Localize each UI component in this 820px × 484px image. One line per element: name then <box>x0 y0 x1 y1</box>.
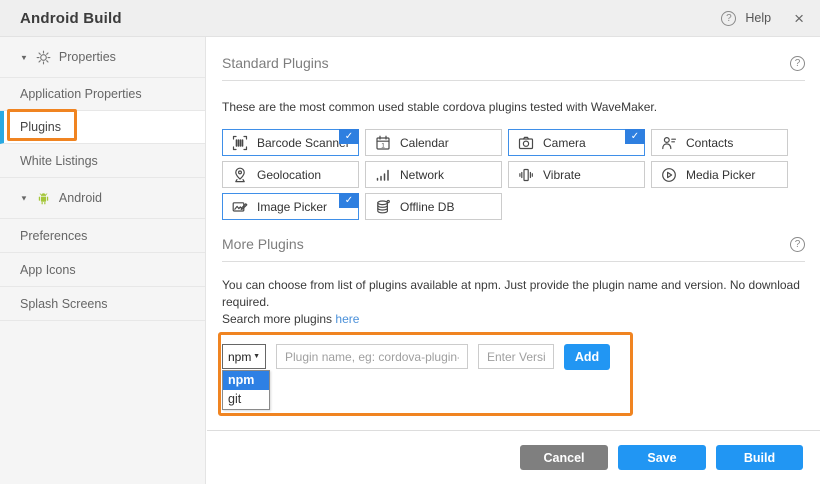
sidebar-item-splash-screens[interactable]: Splash Screens <box>0 287 205 321</box>
sidebar-item-label: White Listings <box>20 154 98 168</box>
source-select-dropdown: npm git <box>222 370 270 410</box>
plugin-label: Image Picker <box>257 200 327 214</box>
sidebar-item-plugins[interactable]: Plugins <box>0 111 205 144</box>
plugin-label: Geolocation <box>257 168 321 182</box>
sidebar-item-label: Preferences <box>20 229 87 243</box>
sidebar-item-label: Splash Screens <box>20 297 108 311</box>
help-link[interactable]: Help <box>745 11 771 25</box>
build-button[interactable]: Build <box>716 445 803 470</box>
standard-plugins-description: These are the most common used stable co… <box>222 99 805 116</box>
image-edit-icon <box>232 199 248 215</box>
checkmark-icon: ✓ <box>339 129 359 144</box>
search-plugins-link[interactable]: here <box>335 312 359 326</box>
camera-icon <box>518 135 534 151</box>
description-line-2: Search more plugins <box>222 312 335 326</box>
plugin-tile-offline-db[interactable]: Offline DB ✓ <box>365 193 502 220</box>
close-icon[interactable]: × <box>794 10 804 27</box>
database-icon <box>375 199 391 215</box>
plugin-tile-camera[interactable]: Camera ✓ <box>508 129 645 156</box>
sidebar-item-app-icons[interactable]: App Icons <box>0 253 205 287</box>
save-button[interactable]: Save <box>618 445 706 470</box>
checkmark-icon: ✓ <box>339 193 359 208</box>
more-plugins-header: More Plugins ? <box>222 220 805 262</box>
sidebar: ▼ Properties Application Properties Plug… <box>0 37 206 484</box>
checkmark-icon: ✓ <box>625 129 645 144</box>
sidebar-item-application-properties[interactable]: Application Properties <box>0 78 205 111</box>
description-line-1: You can choose from list of plugins avai… <box>222 278 800 309</box>
plugin-label: Calendar <box>400 136 449 150</box>
section-title: Standard Plugins <box>222 55 329 71</box>
source-select[interactable]: npm ▼ <box>222 344 266 369</box>
help-icon[interactable]: ? <box>721 11 736 26</box>
chevron-down-icon: ▼ <box>20 53 28 61</box>
section-help-icon[interactable]: ? <box>790 237 805 252</box>
dialog-title: Android Build <box>20 10 122 27</box>
chevron-down-icon: ▼ <box>20 194 28 202</box>
add-button[interactable]: Add <box>564 344 610 370</box>
dialog-header: Android Build ? Help × <box>0 0 820 37</box>
calendar-icon: 1 <box>375 135 391 151</box>
main-panel: Standard Plugins ? These are the most co… <box>207 37 820 484</box>
plugin-tile-media-picker[interactable]: Media Picker ✓ <box>651 161 788 188</box>
sidebar-item-preferences[interactable]: Preferences <box>0 219 205 253</box>
source-select-value: npm <box>228 350 251 364</box>
sidebar-item-label: Application Properties <box>20 87 142 101</box>
plugin-label: Network <box>400 168 444 182</box>
sidebar-item-label: App Icons <box>20 263 76 277</box>
contacts-icon <box>661 135 677 151</box>
sidebar-item-properties[interactable]: ▼ Properties <box>0 37 205 78</box>
sidebar-item-label: Properties <box>59 50 116 64</box>
barcode-icon <box>232 135 248 151</box>
plugin-tile-contacts[interactable]: Contacts ✓ <box>651 129 788 156</box>
section-title: More Plugins <box>222 236 304 252</box>
location-pin-icon <box>232 167 248 183</box>
plugin-grid: Barcode Scanner ✓ 1 Calendar ✓ Camera ✓ <box>222 129 792 220</box>
plugin-tile-barcode-scanner[interactable]: Barcode Scanner ✓ <box>222 129 359 156</box>
plugin-tile-network[interactable]: Network ✓ <box>365 161 502 188</box>
plugin-label: Camera <box>543 136 586 150</box>
plugin-label: Vibrate <box>543 168 581 182</box>
plugin-label: Media Picker <box>686 168 755 182</box>
sidebar-item-android[interactable]: ▼ Android <box>0 178 205 219</box>
signal-bars-icon <box>375 167 391 183</box>
plugin-label: Contacts <box>686 136 733 150</box>
sidebar-item-label: Android <box>59 191 102 205</box>
vibrate-phone-icon <box>518 167 534 183</box>
standard-plugins-header: Standard Plugins ? <box>222 37 805 81</box>
plugin-tile-geolocation[interactable]: Geolocation ✓ <box>222 161 359 188</box>
cancel-button[interactable]: Cancel <box>520 445 608 470</box>
plugin-name-input[interactable] <box>276 344 468 369</box>
dialog-footer: Cancel Save Build <box>207 430 820 484</box>
svg-text:1: 1 <box>381 142 385 149</box>
sidebar-item-label: Plugins <box>20 120 61 134</box>
android-icon <box>36 191 51 206</box>
version-input[interactable] <box>478 344 554 369</box>
source-option-git[interactable]: git <box>223 390 269 409</box>
plugin-tile-vibrate[interactable]: Vibrate ✓ <box>508 161 645 188</box>
plugin-label: Barcode Scanner <box>257 136 350 150</box>
plugin-label: Offline DB <box>400 200 454 214</box>
source-option-npm[interactable]: npm <box>223 371 269 390</box>
play-circle-icon <box>661 167 677 183</box>
gear-icon <box>36 50 51 65</box>
chevron-down-icon: ▼ <box>253 353 260 360</box>
sidebar-item-white-listings[interactable]: White Listings <box>0 144 205 178</box>
plugin-tile-image-picker[interactable]: Image Picker ✓ <box>222 193 359 220</box>
more-plugins-description: You can choose from list of plugins avai… <box>222 277 805 328</box>
plugin-tile-calendar[interactable]: 1 Calendar ✓ <box>365 129 502 156</box>
section-help-icon[interactable]: ? <box>790 56 805 71</box>
